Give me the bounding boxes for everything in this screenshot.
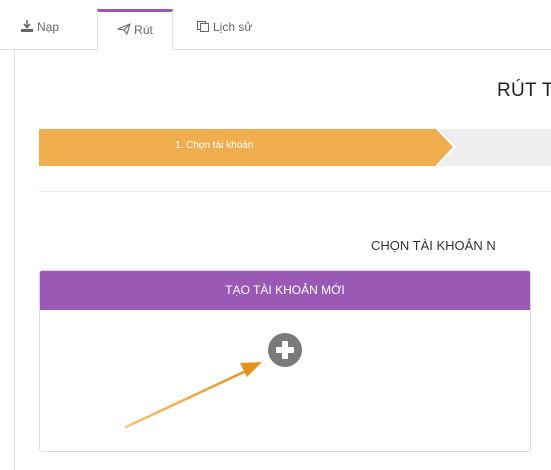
step-1-label: 1. Chọn tài khoản [175,140,254,151]
tab-bar: Nạp Rút Lịch sử [0,0,551,51]
plus-circle-icon[interactable] [268,333,302,367]
tab-lich-su[interactable]: Lịch sử [186,12,266,50]
tab-rut-label: Rút [134,23,153,37]
section-divider [39,191,551,192]
tab-nap-label: Nạp [37,20,60,34]
section-subtitle: CHỌN TÀI KHOẢN N [371,238,496,253]
tab-nap[interactable]: Nạp [14,12,84,50]
tab-rut[interactable]: Rút [97,9,173,51]
download-icon [21,20,33,32]
create-account-card[interactable]: TẠO TÀI KHOẢN MỚI [39,270,531,452]
create-account-header: TẠO TÀI KHOẢN MỚI [40,271,530,310]
page-title: RÚT T [497,80,551,101]
paper-plane-icon [117,23,131,35]
step-progress-bar: 1. Chọn tài khoản [39,127,551,167]
tab-lich-su-label: Lịch sử [213,20,253,34]
history-icon [197,21,209,32]
step-1-arrow [436,129,453,165]
